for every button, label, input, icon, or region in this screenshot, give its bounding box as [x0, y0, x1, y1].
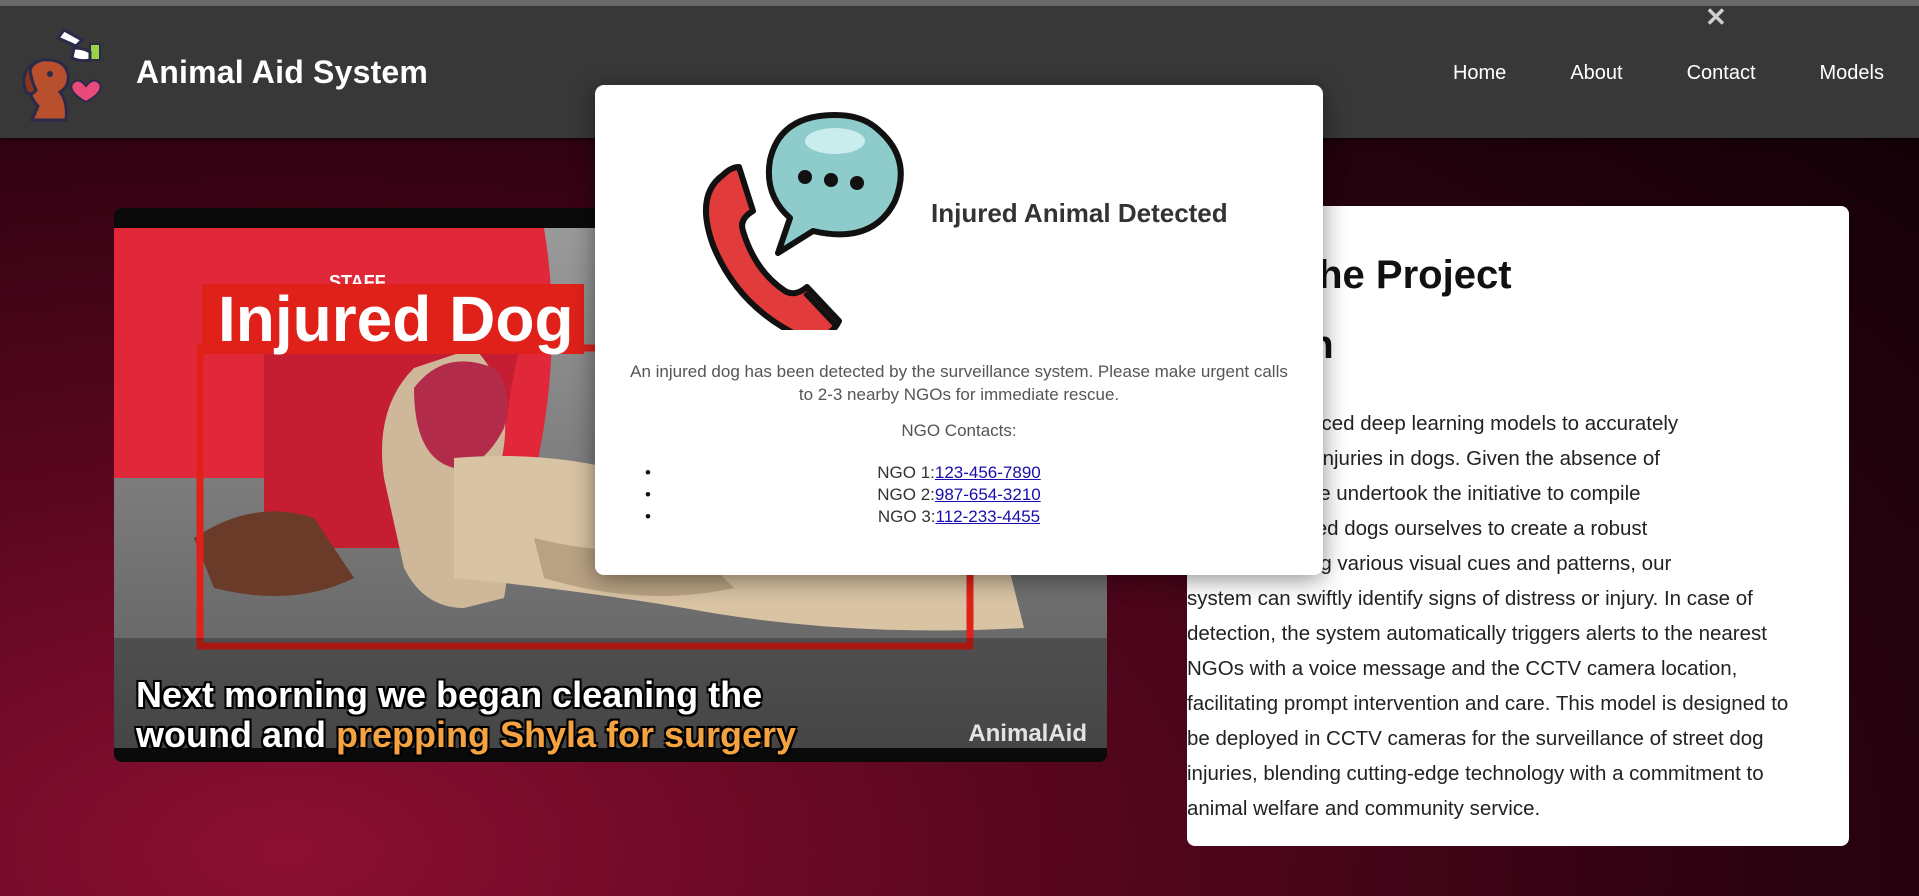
- ngo-contact-item: NGO 1:123-456-7890: [645, 462, 1273, 484]
- ngo-contacts-heading: NGO Contacts:: [901, 421, 1017, 440]
- ngo-label: NGO 2:: [877, 485, 935, 504]
- video-caption-line2: wound and prepping Shyla for surgery: [136, 714, 796, 756]
- nav-contact[interactable]: Contact: [1687, 62, 1756, 85]
- body-line: detection, the system automatically trig…: [1187, 622, 1767, 645]
- ngo-label: NGO 1:: [877, 463, 935, 482]
- detection-label: Injured Dog: [202, 284, 584, 354]
- body-line: injuries, blending cutting-edge technolo…: [1187, 762, 1764, 785]
- ngo-label: NGO 3:: [877, 507, 936, 526]
- alert-message: An injured dog has been detected by the …: [630, 362, 1288, 404]
- nav-models[interactable]: Models: [1820, 62, 1884, 85]
- body-line: facilitating prompt intervention and car…: [1187, 692, 1789, 715]
- ngo-contact-item: NGO 3:112-233-4455: [645, 506, 1273, 528]
- dog-care-logo-icon: [22, 28, 102, 122]
- ngo-phone-link[interactable]: 112-233-4455: [936, 507, 1041, 526]
- ngo-contact-item: NGO 2:987-654-3210: [645, 484, 1273, 506]
- brand-title: Animal Aid System: [136, 54, 429, 90]
- body-line: animal welfare and community service.: [1187, 797, 1541, 820]
- ngo-phone-link[interactable]: 123-456-7890: [935, 463, 1041, 482]
- body-line: NGOs with a voice message and the CCTV c…: [1187, 657, 1738, 680]
- video-caption-line1: Next morning we began cleaning the: [136, 674, 763, 715]
- body-line: system can swiftly identify signs of dis…: [1187, 587, 1753, 610]
- caption-highlight: prepping Shyla for surgery: [335, 714, 797, 755]
- body-line: be deployed in CCTV cameras for the surv…: [1187, 727, 1764, 750]
- alert-title: Injured Animal Detected: [931, 198, 1228, 228]
- main-nav: Home About Contact Models: [1389, 62, 1884, 85]
- nav-about[interactable]: About: [1570, 62, 1622, 85]
- alert-modal: Injured Animal Detected An injured dog h…: [595, 85, 1323, 575]
- phone-chat-icon: [702, 112, 904, 330]
- caption-plain: wound and: [136, 714, 336, 755]
- video-watermark: AnimalAid: [968, 720, 1087, 747]
- close-icon[interactable]: ✕: [1705, 2, 1727, 32]
- ngo-phone-link[interactable]: 987-654-3210: [935, 485, 1041, 504]
- nav-home[interactable]: Home: [1453, 62, 1506, 85]
- ngo-contact-list: NGO 1:123-456-7890 NGO 2:987-654-3210 NG…: [645, 462, 1273, 528]
